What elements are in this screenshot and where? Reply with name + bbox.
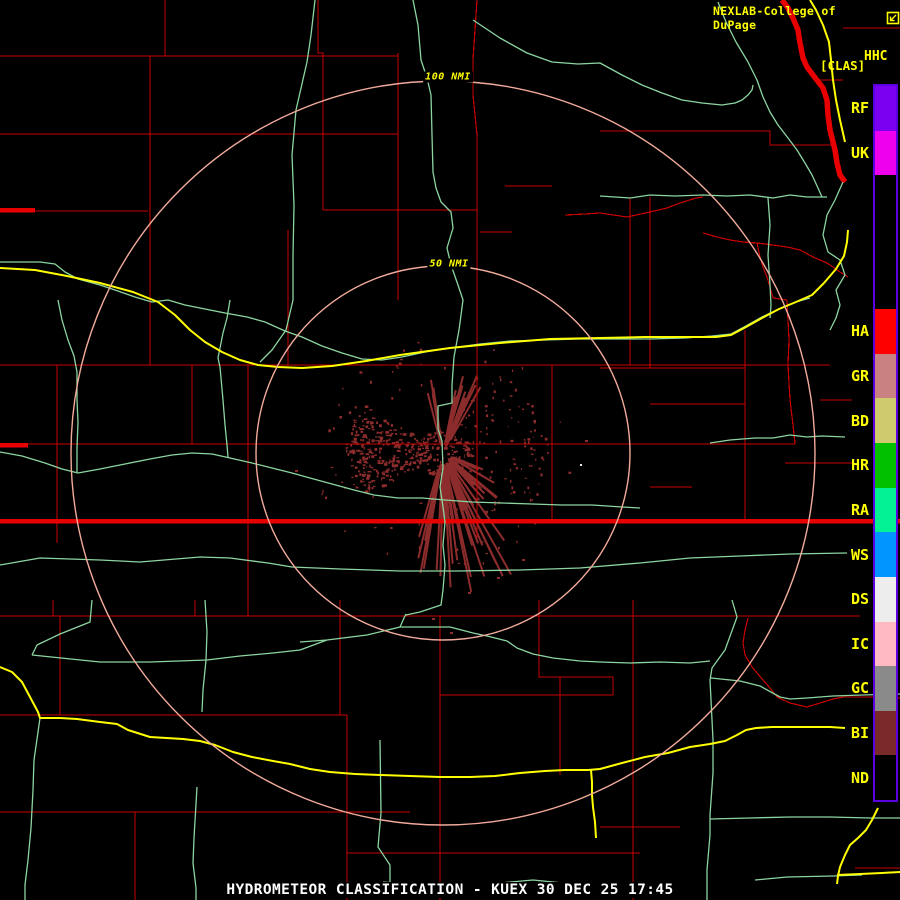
legend-label-HA: HA — [850, 322, 869, 341]
product-title-bar: HYDROMETEOR CLASSIFICATION - KUEX 30 DEC… — [223, 882, 677, 898]
legend-label-DS: DS — [850, 590, 869, 609]
radar-map — [0, 0, 900, 900]
legend-label-BI: BI — [850, 724, 869, 743]
legend-swatch-blank — [875, 264, 896, 310]
legend-swatch-DS — [875, 576, 896, 622]
product-id-label: [CLAS] — [820, 58, 866, 73]
legend-swatch-IC — [875, 621, 896, 667]
legend-swatch-blank — [875, 175, 896, 220]
legend-swatch-RA — [875, 487, 896, 533]
product-code-label: HHC — [864, 49, 888, 64]
legend-swatch-BD — [875, 398, 896, 443]
legend-label-IC: IC — [850, 634, 869, 653]
legend-label-ND: ND — [850, 768, 869, 787]
external-link-arrow-icon[interactable] — [886, 11, 900, 25]
radar-app-window: NEXLAB-College of DuPage [CLAS] HHC 100 … — [0, 0, 900, 900]
legend-label-RF: RF — [850, 99, 869, 118]
legend-swatch-BI — [875, 710, 896, 756]
legend-swatch-WS — [875, 532, 896, 577]
ring-label-100nmi: 100 NMI — [423, 71, 473, 83]
brand[interactable]: NEXLAB-College of DuPage — [713, 4, 900, 32]
legend-swatch-GR — [875, 353, 896, 399]
legend-swatch-UK — [875, 130, 896, 176]
legend-swatch-RF — [875, 86, 896, 131]
brand-label[interactable]: NEXLAB-College of DuPage — [713, 4, 883, 32]
legend-label-UK: UK — [850, 143, 869, 162]
legend-label-WS: WS — [850, 545, 869, 564]
legend-swatch-HR — [875, 443, 896, 488]
legend-label-BD: BD — [850, 411, 869, 430]
legend-label-GC: GC — [850, 679, 869, 698]
legend-label-GR: GR — [850, 367, 869, 386]
legend-swatch-ND — [875, 755, 896, 800]
legend-bar — [873, 84, 898, 802]
legend-swatch-GC — [875, 666, 896, 711]
ring-label-50nmi: 50 NMI — [427, 258, 471, 270]
legend-label-HR: HR — [850, 456, 869, 475]
legend-label-RA: RA — [850, 500, 869, 519]
legend-swatch-blank — [875, 219, 896, 265]
legend-swatch-HA — [875, 309, 896, 354]
